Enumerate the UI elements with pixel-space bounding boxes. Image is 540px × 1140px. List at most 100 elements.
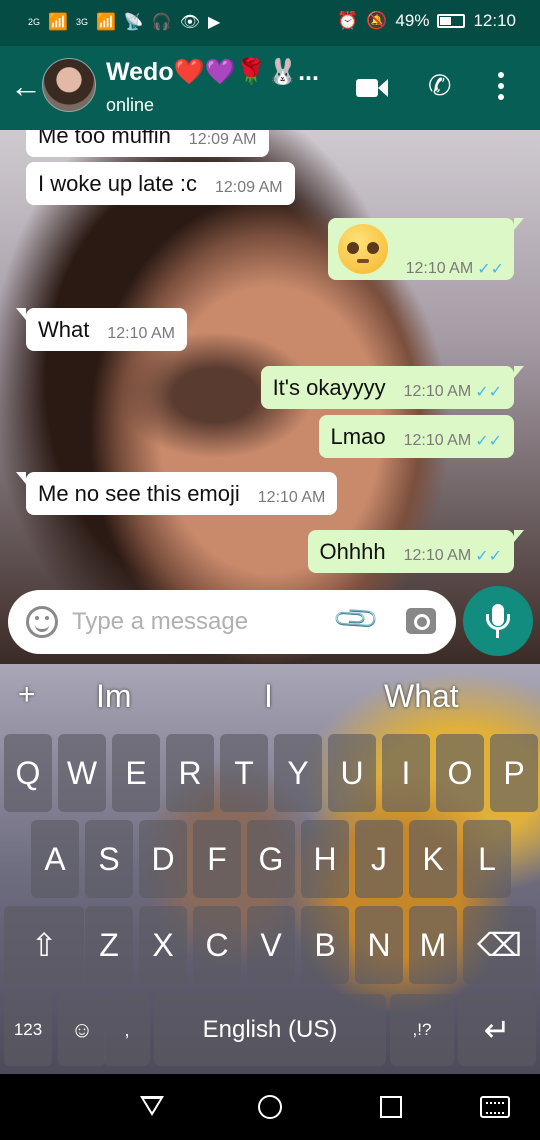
wifi-icon: 📡 (123, 14, 144, 31)
key-a[interactable]: A (31, 820, 79, 898)
voice-record-button[interactable] (463, 586, 533, 656)
suggestion-word[interactable]: What (384, 678, 459, 715)
message-time: 12:10 AM (403, 383, 472, 401)
key-t[interactable]: T (220, 734, 268, 812)
key-i[interactable]: I (382, 734, 430, 812)
attach-icon[interactable]: 📎 (331, 594, 382, 645)
message-text: I woke up late :c (38, 171, 197, 197)
message-input[interactable] (72, 604, 322, 640)
key-c[interactable]: C (193, 906, 241, 984)
message-outgoing[interactable]: Lmao 12:10 AM ✓✓ (318, 415, 514, 459)
space-key[interactable]: English (US) (154, 994, 386, 1066)
key-o[interactable]: O (436, 734, 484, 812)
avatar[interactable] (42, 58, 96, 112)
clock: 12:10 (473, 11, 516, 30)
contact-status: online (106, 95, 155, 115)
contact-name[interactable]: Wedo❤️💜🌹🐰... (106, 58, 319, 87)
message-time: 12:10 AM (257, 489, 326, 507)
chat-header: ← Wedo❤️💜🌹🐰... online ✆ (0, 46, 540, 130)
nav-home-icon[interactable] (258, 1095, 282, 1119)
eye-icon: 👁 (179, 14, 201, 31)
emoji-icon[interactable] (26, 606, 58, 638)
pleading-face-emoji (337, 224, 388, 274)
back-arrow-icon[interactable]: ← (10, 70, 42, 102)
key-u[interactable]: U (328, 734, 376, 812)
keyboard: + Im I What Q W E R T Y U I O P A S D F … (0, 664, 540, 1074)
message-incoming[interactable]: Me no see this emoji 12:10 AM (15, 472, 338, 516)
message-composer: 📎 (8, 590, 456, 654)
key-d[interactable]: D (139, 820, 187, 898)
chat-area[interactable]: Me too muffin 12:09 AM I woke up late :c 1… (0, 130, 540, 664)
message-time: 12:10 AM (403, 432, 472, 450)
battery-icon (437, 14, 466, 28)
message-incoming[interactable]: I woke up late :c 12:09 AM (26, 162, 295, 206)
battery-percent: 49% (395, 11, 430, 30)
key-b[interactable]: B (301, 906, 349, 984)
shift-icon[interactable]: ⇧ (4, 906, 84, 984)
message-outgoing[interactable]: Ohhhh 12:10 AM ✓✓ (307, 530, 525, 574)
key-p[interactable]: P (490, 734, 538, 812)
read-receipt-icon: ✓✓ (475, 384, 502, 402)
message-incoming[interactable]: What 12:10 AM (16, 308, 187, 352)
key-n[interactable]: N (355, 906, 403, 984)
message-incoming[interactable]: Me too muffin 12:09 AM (26, 130, 269, 158)
message-text: What (38, 317, 90, 343)
mute-icon: 🔕 (366, 11, 388, 30)
enter-icon[interactable]: ↵ (458, 994, 536, 1066)
key-j[interactable]: J (355, 820, 403, 898)
network-2g-label: 2G (28, 17, 41, 27)
key-x[interactable]: X (139, 906, 187, 984)
nav-recents-icon[interactable] (380, 1096, 402, 1118)
emoji-key-icon[interactable]: ☺ (58, 994, 106, 1066)
key-z[interactable]: Z (85, 906, 133, 984)
signal-icon: 📶 (48, 14, 68, 31)
system-nav-bar (0, 1074, 540, 1140)
key-y[interactable]: Y (274, 734, 322, 812)
message-time: 12:09 AM (214, 179, 283, 197)
key-k[interactable]: K (409, 820, 457, 898)
video-call-icon[interactable] (356, 72, 388, 100)
suggestion-word[interactable]: I (264, 678, 273, 715)
message-time: 12:09 AM (188, 131, 257, 149)
camera-icon[interactable] (406, 608, 436, 634)
key-m[interactable]: M (409, 906, 457, 984)
keyboard-switch-icon[interactable] (480, 1096, 510, 1118)
message-text: Me no see this emoji (38, 481, 240, 507)
key-g[interactable]: G (247, 820, 295, 898)
comma-key[interactable]: , (104, 994, 150, 1066)
suggestion-word[interactable]: Im (96, 678, 132, 715)
message-text: Lmao (330, 424, 386, 450)
message-text: Me too muffin (38, 130, 171, 149)
key-e[interactable]: E (112, 734, 160, 812)
message-text: It's okayyyy (272, 375, 386, 401)
message-outgoing-emoji[interactable]: 12:10 AM ✓✓ (327, 218, 525, 280)
read-receipt-icon: ✓✓ (475, 433, 502, 451)
message-time: 12:10 AM (403, 547, 472, 565)
backspace-icon[interactable]: ⌫ (463, 906, 536, 984)
key-v[interactable]: V (247, 906, 295, 984)
key-f[interactable]: F (193, 820, 241, 898)
key-w[interactable]: W (58, 734, 106, 812)
network-3g-label: 3G (75, 17, 88, 27)
phone-call-icon[interactable]: ✆ (428, 72, 451, 100)
more-options-icon[interactable] (498, 72, 504, 100)
status-bar: 2G 📶 3G 📶 📡 🎧 👁 ▶ ⏰ 🔕 49% 12:10 (0, 0, 540, 46)
message-time: 12:10 AM (405, 260, 474, 277)
read-receipt-icon: ✓✓ (477, 261, 504, 278)
key-s[interactable]: S (85, 820, 133, 898)
message-outgoing[interactable]: It's okayyyy 12:10 AM ✓✓ (260, 366, 525, 410)
key-l[interactable]: L (463, 820, 511, 898)
numeric-key[interactable]: 123 (4, 994, 52, 1066)
read-receipt-icon: ✓✓ (475, 548, 502, 566)
key-r[interactable]: R (166, 734, 214, 812)
message-text: Ohhhh (319, 539, 386, 565)
alarm-icon: ⏰ (337, 11, 359, 30)
headphones-icon: 🎧 (151, 14, 172, 31)
play-icon: ▶ (208, 14, 221, 31)
key-q[interactable]: Q (4, 734, 52, 812)
key-h[interactable]: H (301, 820, 349, 898)
punctuation-key[interactable]: ,!? (390, 994, 454, 1066)
nav-back-icon[interactable] (140, 1096, 164, 1116)
plus-icon[interactable]: + (18, 678, 36, 712)
message-time: 12:10 AM (107, 325, 175, 343)
